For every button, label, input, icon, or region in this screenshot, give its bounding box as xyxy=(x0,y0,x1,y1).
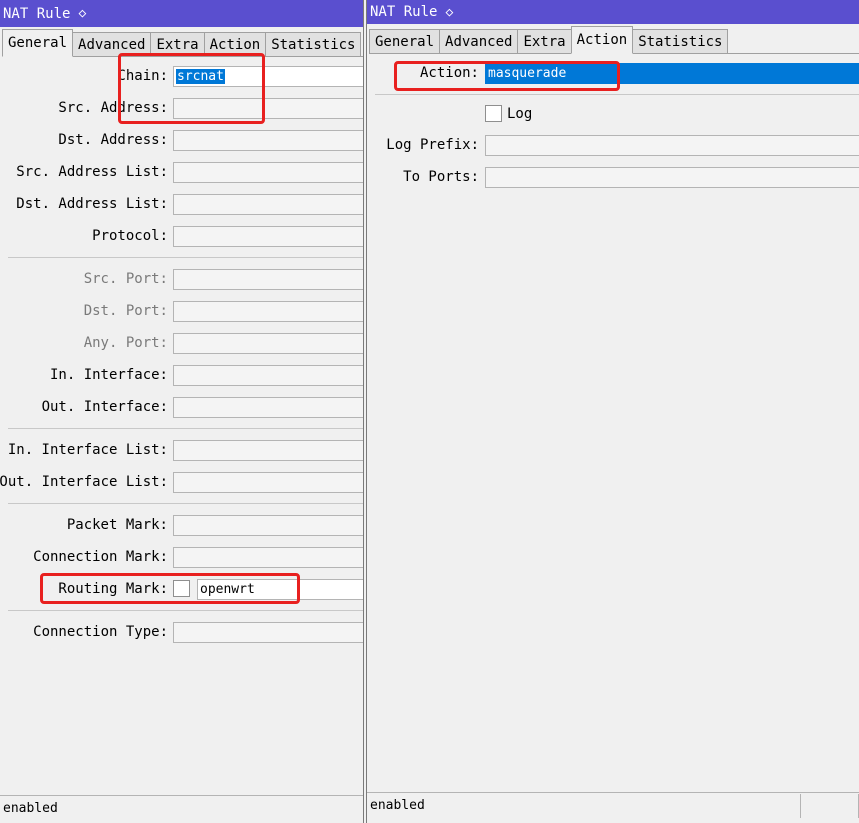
divider xyxy=(8,610,363,611)
window-titlebar[interactable]: NAT Rule ◇ xyxy=(367,0,859,24)
action-row: Action: masquerade xyxy=(367,63,859,85)
connection-mark-label: Connection Mark: xyxy=(33,549,168,565)
any-port-label: Any. Port: xyxy=(83,335,168,351)
routing-mark-negate-checkbox[interactable] xyxy=(173,580,190,597)
chain-input[interactable]: srcnat xyxy=(173,66,363,87)
src-address-input[interactable] xyxy=(173,98,363,119)
action-value: masquerade xyxy=(488,66,567,81)
log-prefix-row: Log Prefix: xyxy=(367,135,859,157)
in-interface-label: In. Interface: xyxy=(49,367,168,383)
status-cell xyxy=(801,793,859,818)
to-ports-row: To Ports: xyxy=(367,167,859,189)
dst-address-list-row: Dst. Address List: xyxy=(0,194,363,216)
out-interface-label: Out. Interface: xyxy=(41,399,168,415)
in-interface-row: In. Interface: xyxy=(0,365,363,387)
divider xyxy=(8,428,363,429)
chain-row: Chain: srcnat xyxy=(0,66,363,88)
in-interface-list-row: In. Interface List: xyxy=(0,440,363,462)
tab-advanced[interactable]: Advanced xyxy=(72,32,152,56)
dst-port-label: Dst. Port: xyxy=(83,303,168,319)
status-cell: enabled xyxy=(370,793,802,818)
packet-mark-row: Packet Mark: xyxy=(0,515,363,537)
dst-address-label: Dst. Address: xyxy=(58,132,168,148)
src-address-list-input[interactable] xyxy=(173,162,363,183)
action-select[interactable]: masquerade xyxy=(485,63,859,84)
nat-rule-window-action: NAT Rule ◇ General Advanced Extra Action… xyxy=(366,0,859,823)
dst-address-list-input[interactable] xyxy=(173,194,363,215)
dst-address-list-label: Dst. Address List: xyxy=(16,196,168,212)
packet-mark-label: Packet Mark: xyxy=(66,517,168,533)
tab-bar: General Advanced Extra Action Statistics xyxy=(2,29,363,57)
routing-mark-value: openwrt xyxy=(200,582,255,597)
dst-address-input[interactable] xyxy=(173,130,363,151)
window-title: NAT Rule xyxy=(3,5,71,22)
out-interface-input[interactable] xyxy=(173,397,363,418)
log-prefix-input[interactable] xyxy=(485,135,859,156)
tab-extra[interactable]: Extra xyxy=(150,32,205,56)
dst-port-input[interactable] xyxy=(173,301,363,322)
tab-bar: General Advanced Extra Action Statistics xyxy=(369,26,859,54)
log-label: Log xyxy=(507,106,533,122)
chain-value: srcnat xyxy=(176,69,225,84)
out-interface-row: Out. Interface: xyxy=(0,397,363,419)
protocol-label: Protocol: xyxy=(92,228,168,244)
in-interface-list-input[interactable] xyxy=(173,440,363,461)
diamond-icon[interactable]: ◇ xyxy=(445,5,453,20)
protocol-row: Protocol: xyxy=(0,226,363,248)
window-title: NAT Rule xyxy=(370,4,438,20)
connection-type-label: Connection Type: xyxy=(33,624,168,640)
log-checkbox[interactable] xyxy=(485,105,502,122)
to-ports-label: To Ports: xyxy=(403,169,479,185)
out-interface-list-input[interactable] xyxy=(173,472,363,493)
action-label: Action: xyxy=(419,65,479,81)
routing-mark-row: Routing Mark: openwrt xyxy=(0,579,363,601)
src-port-row: Src. Port: xyxy=(0,269,363,291)
src-address-list-label: Src. Address List: xyxy=(16,164,168,180)
src-address-row: Src. Address: xyxy=(0,98,363,120)
log-row: Log xyxy=(367,104,859,126)
nat-rule-window-general: NAT Rule ◇ General Advanced Extra Action… xyxy=(0,0,364,823)
connection-type-input[interactable] xyxy=(173,622,363,643)
connection-type-row: Connection Type: xyxy=(0,622,363,644)
dst-address-row: Dst. Address: xyxy=(0,130,363,152)
tab-general[interactable]: General xyxy=(2,29,74,57)
status-bar: enabled xyxy=(367,792,859,818)
log-prefix-label: Log Prefix: xyxy=(386,137,479,153)
connection-mark-row: Connection Mark: xyxy=(0,547,363,569)
tab-statistics[interactable]: Statistics xyxy=(632,29,729,53)
out-interface-list-row: Out. Interface List: xyxy=(0,472,363,494)
in-interface-list-label: In. Interface List: xyxy=(7,442,168,458)
chain-label: Chain: xyxy=(117,68,168,84)
routing-mark-input[interactable]: openwrt xyxy=(197,579,363,600)
tab-general[interactable]: General xyxy=(369,29,441,53)
to-ports-input[interactable] xyxy=(485,167,859,188)
tab-extra[interactable]: Extra xyxy=(517,29,572,53)
tab-action[interactable]: Action xyxy=(570,26,634,54)
in-interface-input[interactable] xyxy=(173,365,363,386)
src-address-label: Src. Address: xyxy=(58,100,168,116)
divider xyxy=(8,503,363,504)
src-port-input[interactable] xyxy=(173,269,363,290)
src-address-list-row: Src. Address List: xyxy=(0,162,363,184)
status-bar: enabled xyxy=(0,795,363,821)
tab-action[interactable]: Action xyxy=(203,32,267,56)
routing-mark-label: Routing Mark: xyxy=(58,581,168,597)
diamond-icon[interactable]: ◇ xyxy=(78,6,86,21)
packet-mark-input[interactable] xyxy=(173,515,363,536)
tab-advanced[interactable]: Advanced xyxy=(439,29,519,53)
any-port-input[interactable] xyxy=(173,333,363,354)
connection-mark-input[interactable] xyxy=(173,547,363,568)
tab-statistics[interactable]: Statistics xyxy=(265,32,362,56)
out-interface-list-label: Out. Interface List: xyxy=(0,474,168,490)
dst-port-row: Dst. Port: xyxy=(0,301,363,323)
src-port-label: Src. Port: xyxy=(83,271,168,287)
status-text: enabled xyxy=(3,801,58,816)
window-titlebar[interactable]: NAT Rule ◇ xyxy=(0,0,363,27)
any-port-row: Any. Port: xyxy=(0,333,363,355)
divider xyxy=(375,94,859,95)
divider xyxy=(8,257,363,258)
protocol-input[interactable] xyxy=(173,226,363,247)
status-text: enabled xyxy=(370,798,425,813)
